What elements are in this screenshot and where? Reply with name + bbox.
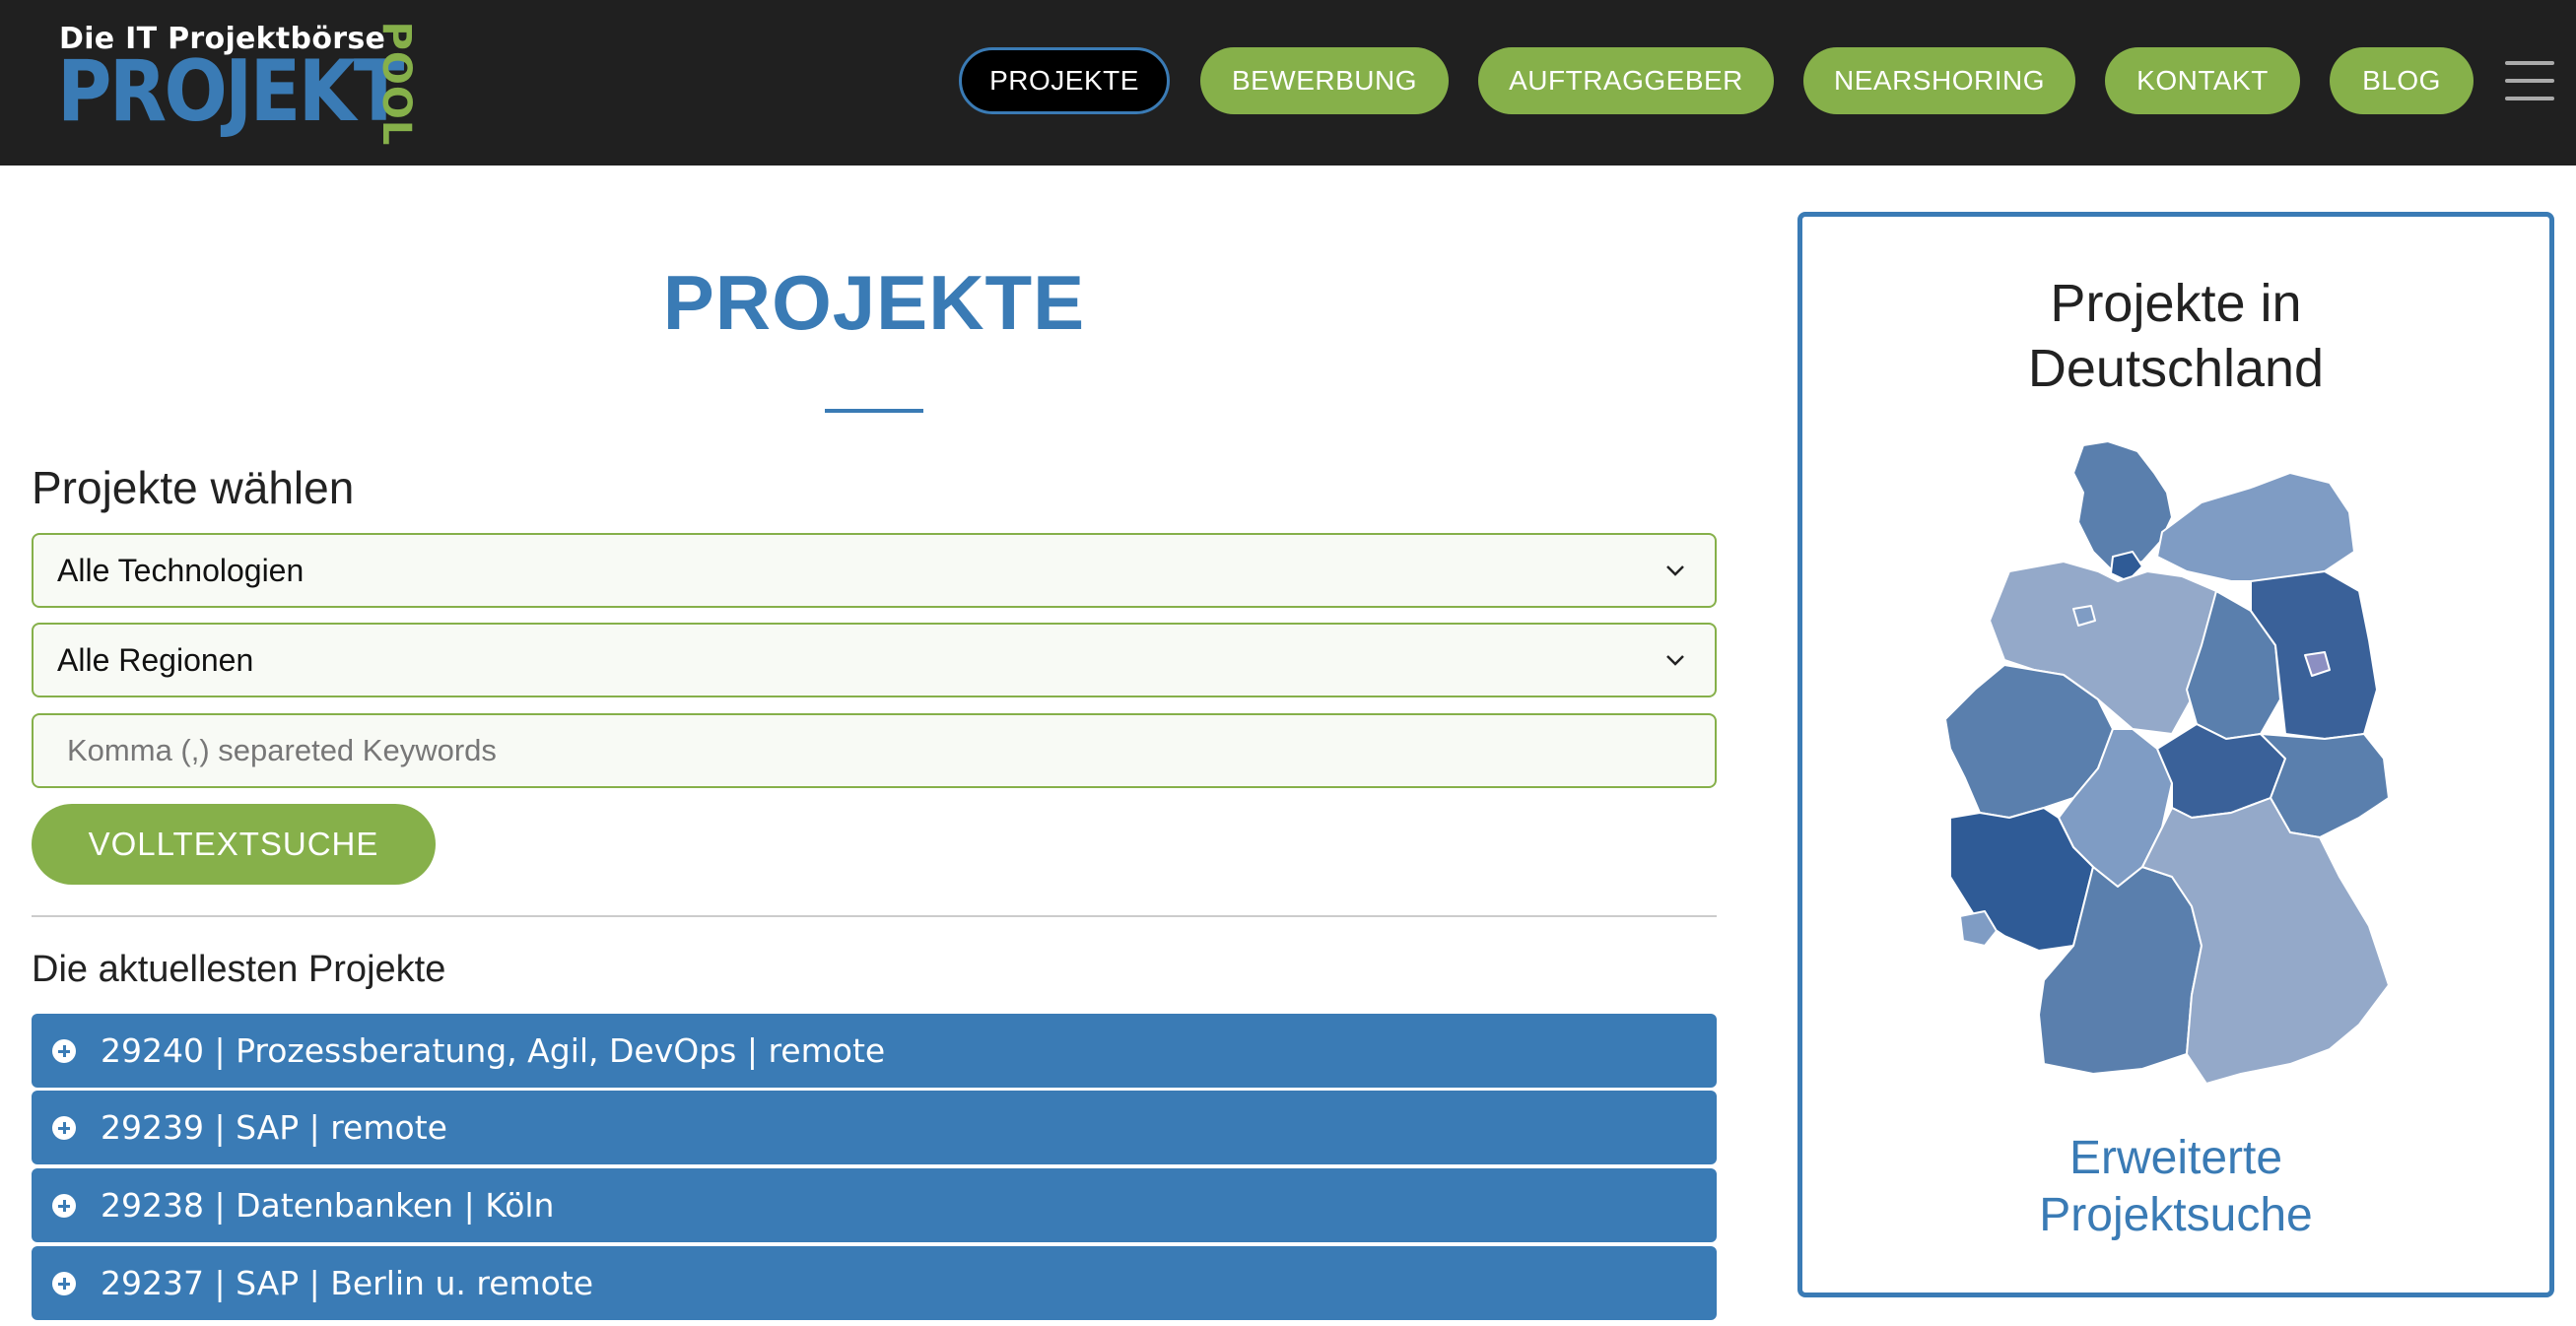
project-row[interactable]: 29237 | SAP | Berlin u. remote xyxy=(32,1246,1717,1320)
project-row-label: 29240 | Prozessberatung, Agil, DevOps | … xyxy=(101,1031,886,1070)
germany-map[interactable] xyxy=(1935,433,2428,1103)
logo-suffix: POOL xyxy=(373,21,419,147)
page-title: PROJEKTE xyxy=(662,259,1086,346)
nav-projekte[interactable]: PROJEKTE xyxy=(959,47,1170,114)
logo-wordmark: PROJEKT xyxy=(57,42,404,141)
site-logo[interactable]: Die IT Projektbörse PROJEKT POOL xyxy=(57,21,422,147)
nav-kontakt[interactable]: KONTAKT xyxy=(2105,47,2300,114)
advanced-search-link[interactable]: Erweiterte Projektsuche xyxy=(1802,1130,2549,1244)
plus-circle-icon xyxy=(52,1116,76,1140)
map-region-bremen xyxy=(2072,605,2096,627)
nav-blog[interactable]: BLOG xyxy=(2330,47,2474,114)
plus-circle-icon xyxy=(52,1194,76,1218)
germany-projects-panel: Projekte in Deutschland Erweiterte Proje… xyxy=(1797,212,2554,1297)
technology-select[interactable]: Alle Technologien xyxy=(32,533,1717,608)
plus-circle-icon xyxy=(52,1039,76,1063)
region-select[interactable]: Alle Regionen xyxy=(32,623,1717,697)
nav-auftraggeber[interactable]: AUFTRAGGEBER xyxy=(1478,47,1774,114)
nav-nearshoring[interactable]: NEARSHORING xyxy=(1803,47,2075,114)
project-row[interactable]: 29239 | SAP | remote xyxy=(32,1091,1717,1164)
project-row-label: 29237 | SAP | Berlin u. remote xyxy=(101,1264,594,1302)
chevron-down-icon xyxy=(1666,565,1684,576)
chevron-down-icon xyxy=(1666,655,1684,666)
divider xyxy=(32,915,1717,917)
hamburger-icon[interactable] xyxy=(2505,59,2554,102)
site-header: Die IT Projektbörse PROJEKT POOL PROJEKT… xyxy=(0,0,2576,166)
panel-title: Projekte in Deutschland xyxy=(2027,274,2325,398)
region-select-value: Alle Regionen xyxy=(57,641,254,678)
map-region-mecklenburg-vorpommern xyxy=(2156,472,2355,582)
project-row[interactable]: 29240 | Prozessberatung, Agil, DevOps | … xyxy=(32,1014,1717,1088)
fulltext-search-button[interactable]: VOLLTEXTSUCHE xyxy=(32,804,436,885)
nav-bewerbung[interactable]: BEWERBUNG xyxy=(1200,47,1449,114)
technology-select-value: Alle Technologien xyxy=(57,552,305,588)
plus-circle-icon xyxy=(52,1272,76,1295)
latest-projects-heading: Die aktuellesten Projekte xyxy=(32,949,446,990)
title-underline xyxy=(825,409,923,413)
project-row-label: 29238 | Datenbanken | Köln xyxy=(101,1186,555,1225)
project-row-label: 29239 | SAP | remote xyxy=(101,1108,447,1147)
keywords-input[interactable] xyxy=(32,713,1717,788)
filter-heading: Projekte wählen xyxy=(32,462,355,513)
project-row[interactable]: 29238 | Datenbanken | Köln xyxy=(32,1168,1717,1242)
